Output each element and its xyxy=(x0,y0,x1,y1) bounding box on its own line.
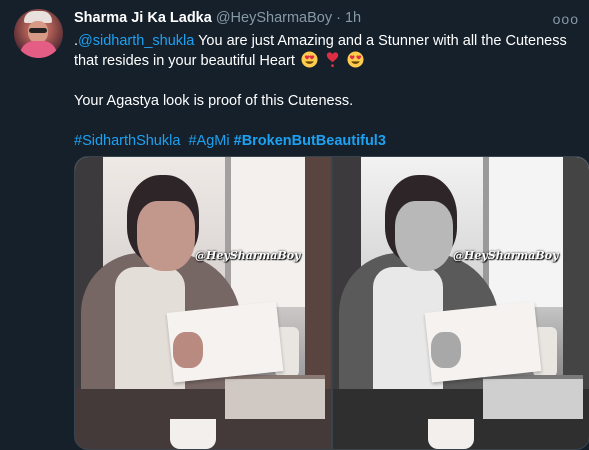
hashtag-link[interactable]: #AgMi xyxy=(188,133,229,149)
media-photo-color[interactable]: @HeySharmaBoy xyxy=(75,157,331,449)
tweet-media[interactable]: @HeySharmaBoy @HeySharmaBoy xyxy=(74,156,589,450)
hashtag-line: #SidharthShukla #AgMi #BrokenButBeautifu… xyxy=(74,131,579,151)
hashtag-link[interactable]: #SidharthShukla xyxy=(74,133,180,149)
more-options-icon[interactable]: ooo xyxy=(553,11,579,27)
person-face xyxy=(137,201,195,271)
photo-watermark: @HeySharmaBoy xyxy=(453,249,559,262)
mug xyxy=(428,419,474,449)
avatar[interactable] xyxy=(14,9,63,58)
books xyxy=(225,375,325,419)
person-face xyxy=(395,201,453,271)
tweet-time[interactable]: 1h xyxy=(345,10,361,26)
header-separator: · xyxy=(336,10,341,26)
tweet-header: Sharma Ji Ka Ladka @HeySharmaBoy · 1h xyxy=(74,7,579,29)
heart-eyes-icon xyxy=(301,51,318,68)
photo-watermark: @HeySharmaBoy xyxy=(195,249,301,262)
avatar-sunglasses xyxy=(29,28,47,33)
avatar-body xyxy=(20,41,57,58)
tweet-content: Sharma Ji Ka Ladka @HeySharmaBoy · 1h oo… xyxy=(74,7,579,151)
door xyxy=(305,157,331,397)
tweet-paragraph-2: Your Agastya look is proof of this Cuten… xyxy=(74,93,354,109)
author-handle[interactable]: @HeySharmaBoy xyxy=(216,10,332,26)
author-name[interactable]: Sharma Ji Ka Ladka xyxy=(74,10,212,26)
person-hand xyxy=(173,332,203,368)
door xyxy=(563,157,589,397)
heart-eyes-icon xyxy=(347,51,364,68)
mug xyxy=(170,419,216,449)
person-hand xyxy=(431,332,461,368)
tweet[interactable]: Sharma Ji Ka Ladka @HeySharmaBoy · 1h oo… xyxy=(0,0,589,450)
mention-link[interactable]: @sidharth_shukla xyxy=(78,33,194,49)
books xyxy=(483,375,583,419)
tweet-paragraph-1: .@sidharth_shukla You are just Amazing a… xyxy=(74,31,579,71)
tweet-text: .@sidharth_shukla You are just Amazing a… xyxy=(74,31,579,151)
hashtag-link[interactable]: #BrokenButBeautiful3 xyxy=(234,133,386,149)
red-heart-exclamation-icon xyxy=(326,52,339,68)
media-photo-bw[interactable]: @HeySharmaBoy xyxy=(333,157,589,449)
